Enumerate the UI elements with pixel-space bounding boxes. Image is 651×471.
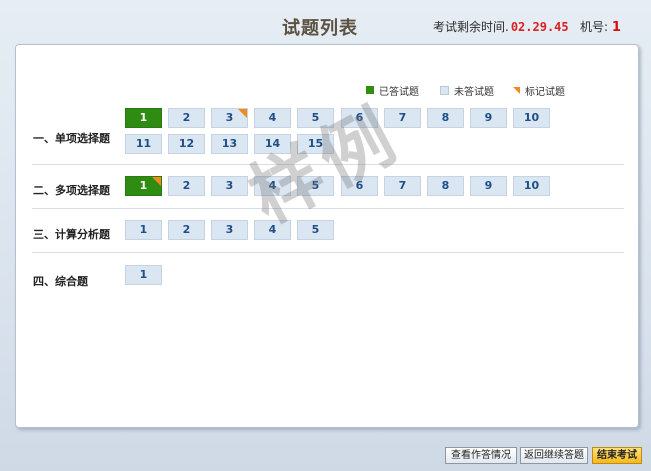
section-divider (32, 252, 624, 253)
section-label-comprehensive: 四、综合题 (33, 275, 88, 288)
page-title: 试题列表 (282, 18, 358, 39)
question-button[interactable]: 3 (211, 108, 248, 128)
question-button[interactable]: 5 (297, 176, 334, 196)
question-button[interactable]: 1 (125, 220, 162, 240)
view-answers-button[interactable]: 查看作答情况 (445, 447, 517, 464)
timer-value: 02.29.45 (510, 20, 569, 34)
question-button[interactable]: 1 (125, 108, 162, 128)
flag-swatch-icon (513, 86, 520, 94)
machine-label: 机号: (580, 20, 609, 34)
end-exam-button[interactable]: 结束考试 (592, 447, 642, 464)
legend-flagged-label: 标记试题 (525, 86, 565, 98)
question-button[interactable]: 14 (254, 134, 291, 154)
answered-swatch-icon (366, 86, 374, 94)
question-button[interactable]: 10 (513, 108, 550, 128)
section-divider (32, 208, 624, 209)
timer-label: 考试剩余时间. (433, 20, 509, 34)
legend-answered: 已答试题 (366, 84, 419, 98)
question-button[interactable]: 1 (125, 176, 162, 196)
question-button[interactable]: 4 (254, 220, 291, 240)
question-button[interactable]: 6 (341, 176, 378, 196)
question-button[interactable]: 9 (470, 108, 507, 128)
section-label-multiple-choice: 二、多项选择题 (33, 184, 110, 197)
machine-number-value: 1 (611, 20, 621, 35)
question-button[interactable]: 8 (427, 108, 464, 128)
question-button[interactable]: 3 (211, 220, 248, 240)
machine-number: 机号: 1 (580, 18, 621, 35)
legend-flagged: 标记试题 (513, 84, 565, 98)
question-button[interactable]: 3 (211, 176, 248, 196)
question-button[interactable]: 11 (125, 134, 162, 154)
question-button[interactable]: 7 (384, 176, 421, 196)
question-button[interactable]: 15 (297, 134, 334, 154)
question-button[interactable]: 5 (297, 108, 334, 128)
question-button[interactable]: 4 (254, 176, 291, 196)
unanswered-swatch-icon (440, 85, 449, 95)
exam-timer: 考试剩余时间. 02.29.45 (433, 18, 569, 35)
section-label-single-choice: 一、单项选择题 (33, 132, 110, 145)
question-button[interactable]: 13 (211, 134, 248, 154)
question-button[interactable]: 1 (125, 265, 162, 285)
question-button[interactable]: 12 (168, 134, 205, 154)
return-continue-button[interactable]: 返回继续答题 (520, 447, 588, 464)
question-button[interactable]: 9 (470, 176, 507, 196)
question-button[interactable]: 2 (168, 220, 205, 240)
question-button[interactable]: 6 (341, 108, 378, 128)
question-button[interactable]: 5 (297, 220, 334, 240)
legend-unanswered-label: 未答试题 (454, 86, 494, 98)
top-bar: 试题列表 考试剩余时间. 02.29.45 机号: 1 (0, 0, 651, 46)
question-button[interactable]: 2 (168, 176, 205, 196)
question-button[interactable]: 7 (384, 108, 421, 128)
section-label-calculation: 三、计算分析题 (33, 228, 110, 241)
section-divider (32, 164, 624, 165)
legend-unanswered: 未答试题 (440, 84, 494, 98)
legend-answered-label: 已答试题 (379, 86, 419, 98)
question-button[interactable]: 8 (427, 176, 464, 196)
question-button[interactable]: 4 (254, 108, 291, 128)
question-button[interactable]: 2 (168, 108, 205, 128)
question-button[interactable]: 10 (513, 176, 550, 196)
